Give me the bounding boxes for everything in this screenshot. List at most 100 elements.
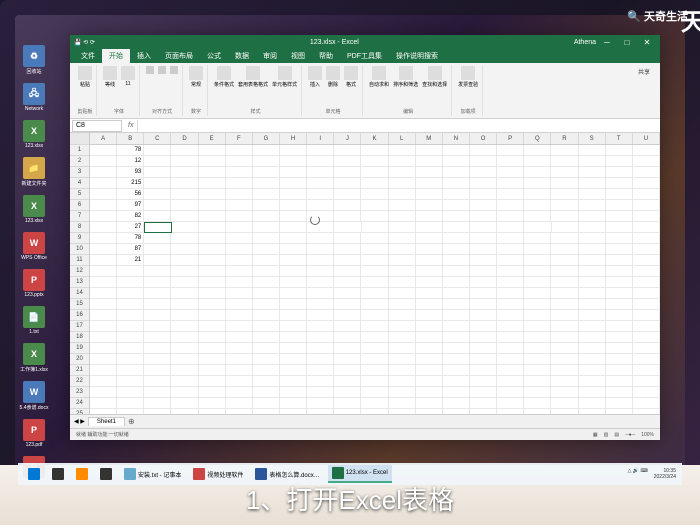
fx-icon[interactable]: fx [124,122,137,129]
cell[interactable] [606,200,633,211]
cell[interactable] [497,332,524,343]
row-header[interactable]: 19 [70,343,89,354]
cell[interactable] [199,233,226,244]
cell[interactable] [307,145,334,156]
cell[interactable] [443,200,470,211]
cell[interactable] [144,211,171,222]
cell[interactable] [497,156,524,167]
ribbon-tab[interactable]: PDF工具集 [340,49,389,63]
cell[interactable] [524,266,551,277]
cell[interactable] [117,365,144,376]
cell[interactable] [579,156,606,167]
cell[interactable] [361,200,388,211]
cell[interactable] [470,343,497,354]
cell[interactable] [551,244,578,255]
cell[interactable] [524,255,551,266]
cell[interactable] [90,156,117,167]
cell[interactable] [416,178,443,189]
cell[interactable] [199,288,226,299]
cell[interactable] [307,376,334,387]
cell[interactable] [253,189,280,200]
cell[interactable] [606,288,633,299]
cell[interactable] [90,145,117,156]
cell[interactable] [497,255,524,266]
cell[interactable] [361,332,388,343]
cell[interactable] [633,244,660,255]
row-header[interactable]: 3 [70,167,89,178]
cell[interactable] [90,266,117,277]
row-header[interactable]: 8 [70,222,89,233]
cell[interactable] [171,321,198,332]
ribbon-button[interactable] [157,65,167,75]
cell[interactable] [253,167,280,178]
cell[interactable] [307,288,334,299]
cell[interactable] [606,409,633,414]
cell[interactable] [416,409,443,414]
cell[interactable] [551,266,578,277]
cell[interactable] [117,266,144,277]
cell[interactable] [497,354,524,365]
ribbon-button[interactable]: 等线 [102,65,118,89]
cell[interactable] [443,156,470,167]
cell[interactable] [579,376,606,387]
cell[interactable] [361,299,388,310]
cell[interactable] [524,387,551,398]
ribbon-button[interactable]: 自动求和 [368,65,390,89]
cell[interactable] [226,277,253,288]
cell[interactable] [361,233,388,244]
cell[interactable] [633,266,660,277]
cell[interactable] [226,398,253,409]
cell[interactable] [579,343,606,354]
cell[interactable] [199,398,226,409]
cell[interactable] [579,189,606,200]
cell[interactable] [334,211,361,222]
cell[interactable] [416,288,443,299]
cell[interactable] [171,189,198,200]
cell[interactable] [443,343,470,354]
cell[interactable] [307,167,334,178]
cell[interactable] [199,343,226,354]
cell[interactable] [633,310,660,321]
cell[interactable] [443,310,470,321]
cell[interactable] [171,156,198,167]
cell[interactable] [307,409,334,414]
cell[interactable] [606,189,633,200]
cell[interactable] [253,321,280,332]
cell[interactable] [524,354,551,365]
cell[interactable] [307,156,334,167]
ribbon-button[interactable]: 插入 [307,65,323,89]
col-header[interactable]: B [117,133,144,144]
cell[interactable] [171,332,198,343]
cell[interactable] [524,178,551,189]
cell[interactable] [470,354,497,365]
cell[interactable] [361,343,388,354]
cell[interactable] [253,343,280,354]
cell[interactable] [226,365,253,376]
ribbon-button[interactable]: 11 [120,65,136,88]
cell[interactable] [280,409,307,414]
cell[interactable] [361,145,388,156]
cell[interactable] [144,354,171,365]
cell[interactable] [443,189,470,200]
cell[interactable] [416,244,443,255]
cell[interactable] [280,233,307,244]
cell[interactable] [334,299,361,310]
cell[interactable] [90,343,117,354]
cell[interactable] [551,409,578,414]
cell[interactable] [144,387,171,398]
cell[interactable] [389,332,416,343]
cell[interactable] [226,409,253,414]
cell[interactable] [226,321,253,332]
cell[interactable] [171,354,198,365]
cell[interactable] [579,277,606,288]
cell[interactable] [307,310,334,321]
cell[interactable] [226,310,253,321]
cell[interactable] [524,365,551,376]
cell[interactable] [470,200,497,211]
cell[interactable] [497,288,524,299]
cell[interactable] [443,266,470,277]
cell[interactable] [199,145,226,156]
cell[interactable] [90,277,117,288]
cell[interactable] [144,321,171,332]
cell[interactable] [199,189,226,200]
